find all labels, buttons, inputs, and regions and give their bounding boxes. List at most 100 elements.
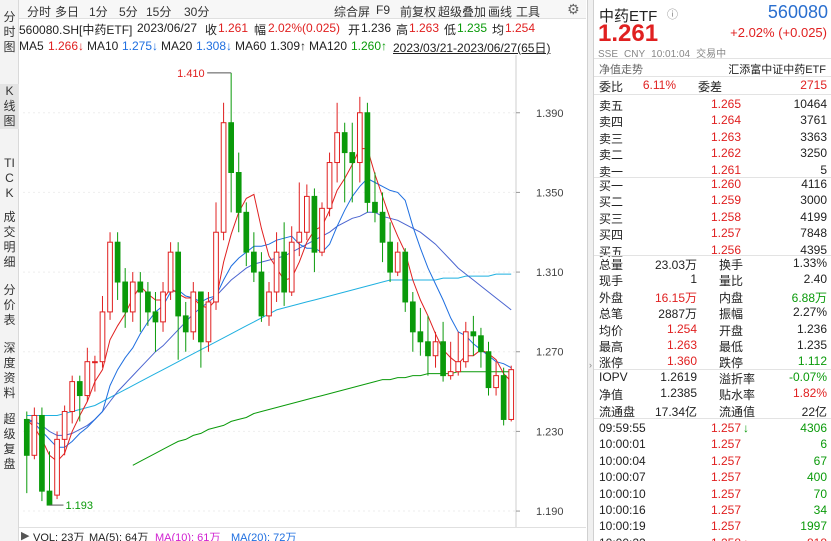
candle-body[interactable] [508, 369, 515, 420]
tick-volume: 1997 [800, 519, 827, 534]
candle-body[interactable] [114, 241, 121, 283]
candle-body[interactable] [402, 251, 409, 303]
candle-body[interactable] [440, 341, 446, 377]
toolbar-item-6[interactable]: 超级复盘 [0, 412, 19, 472]
candle-body[interactable] [432, 341, 439, 357]
candle-body[interactable] [356, 112, 363, 164]
candle-body[interactable] [296, 231, 303, 243]
toolbar-item-1[interactable]: K线图 [0, 84, 19, 129]
candle-body[interactable] [46, 490, 53, 506]
tab-period-4[interactable]: 15分 [146, 3, 171, 20]
candle-body[interactable] [326, 162, 333, 209]
tab-period-2[interactable]: 1分 [89, 3, 108, 20]
candle-body[interactable] [213, 231, 219, 303]
tick-volume: 6 [820, 437, 827, 452]
toolbar-item-5[interactable]: 深度资料 [0, 341, 19, 401]
candle-body[interactable] [288, 241, 295, 293]
candle-body[interactable] [387, 241, 393, 273]
collapse-arrow-icon[interactable]: › [588, 360, 593, 370]
candle-body[interactable] [84, 361, 91, 397]
tab-tool-4[interactable]: 画线 [488, 3, 512, 20]
candle-body[interactable] [425, 341, 431, 357]
candle-body[interactable] [500, 375, 507, 420]
candle-body[interactable] [182, 315, 189, 333]
tab-tool-2[interactable]: 前复权 [400, 3, 436, 20]
candle-body[interactable] [470, 331, 477, 337]
candle-body[interactable] [251, 251, 257, 273]
candle-body[interactable] [303, 195, 310, 233]
settings-icon[interactable]: ⚙ [567, 1, 580, 18]
toolbar-item-2[interactable]: TICK [0, 156, 19, 201]
candle-body[interactable] [61, 410, 68, 440]
candle-body[interactable] [455, 361, 462, 373]
candle-body[interactable] [152, 311, 159, 323]
toolbar-item-4[interactable]: 分价表 [0, 283, 19, 328]
panel-splitter[interactable]: › [587, 0, 594, 541]
trade-tick-row: 09:59:55 1.257 ↓ 4306 [594, 420, 831, 436]
tab-tool-1[interactable]: F9 [376, 3, 390, 17]
candle-body[interactable] [372, 201, 378, 213]
toolbar-item-0[interactable]: 分时图 [0, 10, 19, 55]
candle-body[interactable] [23, 418, 30, 456]
candle-body[interactable] [394, 251, 401, 273]
ask-price: 1.265 [710, 97, 741, 111]
ask-volume: 10464 [793, 97, 827, 111]
tab-period-0[interactable]: 分时 [27, 3, 51, 20]
candle-body[interactable] [273, 251, 280, 293]
candle-body[interactable] [243, 211, 250, 253]
candle-body[interactable] [69, 381, 76, 412]
candle-body[interactable] [228, 122, 235, 173]
candle-body[interactable] [417, 331, 424, 343]
tab-period-1[interactable]: 多日 [55, 3, 79, 20]
tab-tool-3[interactable]: 超级叠加 [438, 3, 486, 20]
candle-body[interactable] [258, 271, 265, 317]
candle-body[interactable] [462, 331, 469, 363]
candle-body[interactable] [379, 211, 386, 243]
date-range-label[interactable]: 2023/03/21-2023/06/27(65日) [393, 39, 550, 56]
quote-row: 均价 1.254 开盘 1.236 [594, 321, 831, 338]
candle-body[interactable] [319, 207, 325, 253]
candle-body[interactable] [334, 132, 340, 164]
candle-body[interactable] [220, 122, 227, 233]
candle-body[interactable] [99, 311, 106, 363]
candle-body[interactable] [160, 291, 166, 323]
candle-body[interactable] [31, 414, 38, 456]
candle-body[interactable] [175, 251, 182, 317]
candle-body[interactable] [447, 371, 454, 377]
tab-period-3[interactable]: 5分 [119, 3, 138, 20]
candle-body[interactable] [266, 291, 272, 317]
candle-body[interactable] [235, 172, 242, 213]
candle-body[interactable] [107, 241, 113, 313]
candle-body[interactable] [76, 381, 83, 397]
candle-body[interactable] [190, 291, 197, 333]
candle-body[interactable] [198, 291, 204, 343]
stat-value: 1.2619 [660, 370, 697, 384]
candle-body[interactable] [311, 195, 318, 253]
quote-row: 卖三 1.263 3363 [594, 129, 831, 146]
candle-body[interactable] [349, 152, 356, 164]
toolbar-item-3[interactable]: 成交明细 [0, 210, 19, 270]
caret-icon[interactable]: ▶ [21, 529, 29, 541]
candle-body[interactable] [409, 301, 416, 333]
tab-tool-5[interactable]: 工具 [516, 3, 540, 20]
info-icon[interactable]: ⓘ [667, 6, 678, 22]
candle-body[interactable] [364, 112, 371, 203]
candle-body[interactable] [478, 335, 484, 353]
candle-body[interactable] [92, 361, 98, 364]
candle-body[interactable] [129, 281, 136, 313]
candle-body[interactable] [281, 251, 287, 293]
candle-body[interactable] [145, 291, 151, 313]
candle-body[interactable] [167, 251, 174, 293]
candle-body[interactable] [341, 132, 348, 154]
candle-body[interactable] [39, 414, 45, 492]
tab-period-5[interactable]: 30分 [184, 3, 209, 20]
candle-body[interactable] [54, 438, 60, 496]
kline-chart[interactable]: 1.390 1.350 1.310 1.270 1.230 1.190 1.410 1.193 [19, 55, 587, 527]
stat-value: 2.27% [792, 305, 827, 320]
candle-body[interactable] [493, 375, 499, 389]
candle-body[interactable] [122, 281, 129, 313]
candle-body[interactable] [205, 301, 212, 343]
tab-tool-0[interactable]: 综合屏 [334, 3, 370, 20]
candle-body[interactable] [485, 351, 492, 389]
candle-body[interactable] [137, 281, 144, 293]
